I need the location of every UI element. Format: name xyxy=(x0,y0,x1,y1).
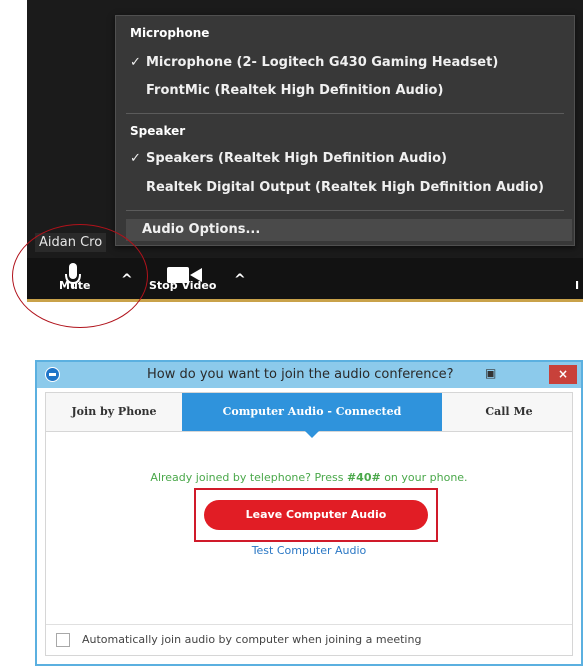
tab-computer-audio[interactable]: Computer Audio - Connected xyxy=(182,393,442,438)
test-computer-audio-link[interactable]: Test Computer Audio xyxy=(46,544,572,557)
audio-options-item[interactable]: Audio Options... xyxy=(126,219,572,241)
app-icon xyxy=(45,367,60,382)
menu-item-microphone-frontmic[interactable]: FrontMic (Realtek High Definition Audio) xyxy=(130,83,443,98)
dialog-title-bar: How do you want to join the audio confer… xyxy=(37,362,581,388)
already-prefix: Already joined by telephone? Press xyxy=(150,471,347,484)
already-joined-text: Already joined by telephone? Press #40# … xyxy=(46,471,572,484)
caret-up-icon[interactable]: ^ xyxy=(234,272,246,288)
audio-tabs: Join by Phone Computer Audio - Connected… xyxy=(45,392,576,438)
menu-item-label: Realtek Digital Output (Realtek High Def… xyxy=(146,180,544,195)
computer-audio-panel: Already joined by telephone? Press #40# … xyxy=(45,431,573,656)
pin-icon[interactable]: ▣ xyxy=(485,366,496,380)
menu-divider xyxy=(126,210,564,211)
audio-options-label: Audio Options... xyxy=(142,222,261,237)
tab-call-me[interactable]: Call Me xyxy=(442,393,576,431)
menu-item-label: FrontMic (Realtek High Definition Audio) xyxy=(146,83,444,98)
dialog-title: How do you want to join the audio confer… xyxy=(147,367,454,382)
auto-join-label: Automatically join audio by computer whe… xyxy=(82,633,422,646)
audio-menu: Microphone ✓ Microphone (2- Logitech G430… xyxy=(115,15,575,246)
menu-item-speaker-realtek[interactable]: ✓ Speakers (Realtek High Definition Audio… xyxy=(130,151,447,166)
leave-button-highlight: Leave Computer Audio xyxy=(194,488,438,542)
menu-item-label: Microphone (2- Logitech G430 Gaming Head… xyxy=(146,55,499,70)
menu-item-microphone-logitech[interactable]: ✓ Microphone (2- Logitech G430 Gaming Hea… xyxy=(130,55,498,70)
highlight-circle xyxy=(12,224,148,328)
tab-join-by-phone[interactable]: Join by Phone xyxy=(46,393,182,431)
stop-video-button[interactable]: Stop Video xyxy=(149,279,216,292)
audio-conference-dialog: How do you want to join the audio confer… xyxy=(35,360,583,666)
check-icon: ✓ xyxy=(130,151,141,166)
already-suffix: on your phone. xyxy=(380,471,468,484)
menu-item-label: Speakers (Realtek High Definition Audio) xyxy=(146,151,447,166)
dialog-footer: Automatically join audio by computer whe… xyxy=(46,624,572,655)
close-button[interactable]: × xyxy=(549,365,577,384)
leave-computer-audio-button[interactable]: Leave Computer Audio xyxy=(204,500,428,530)
auto-join-checkbox[interactable] xyxy=(56,633,70,647)
speaker-header: Speaker xyxy=(130,124,186,138)
check-icon: ✓ xyxy=(130,55,141,70)
menu-item-speaker-digital-output[interactable]: Realtek Digital Output (Realtek High Def… xyxy=(130,180,544,195)
menu-divider xyxy=(126,113,564,114)
partial-toolbar-label: I xyxy=(575,279,580,292)
microphone-header: Microphone xyxy=(130,26,210,40)
dial-code: #40# xyxy=(346,471,381,484)
